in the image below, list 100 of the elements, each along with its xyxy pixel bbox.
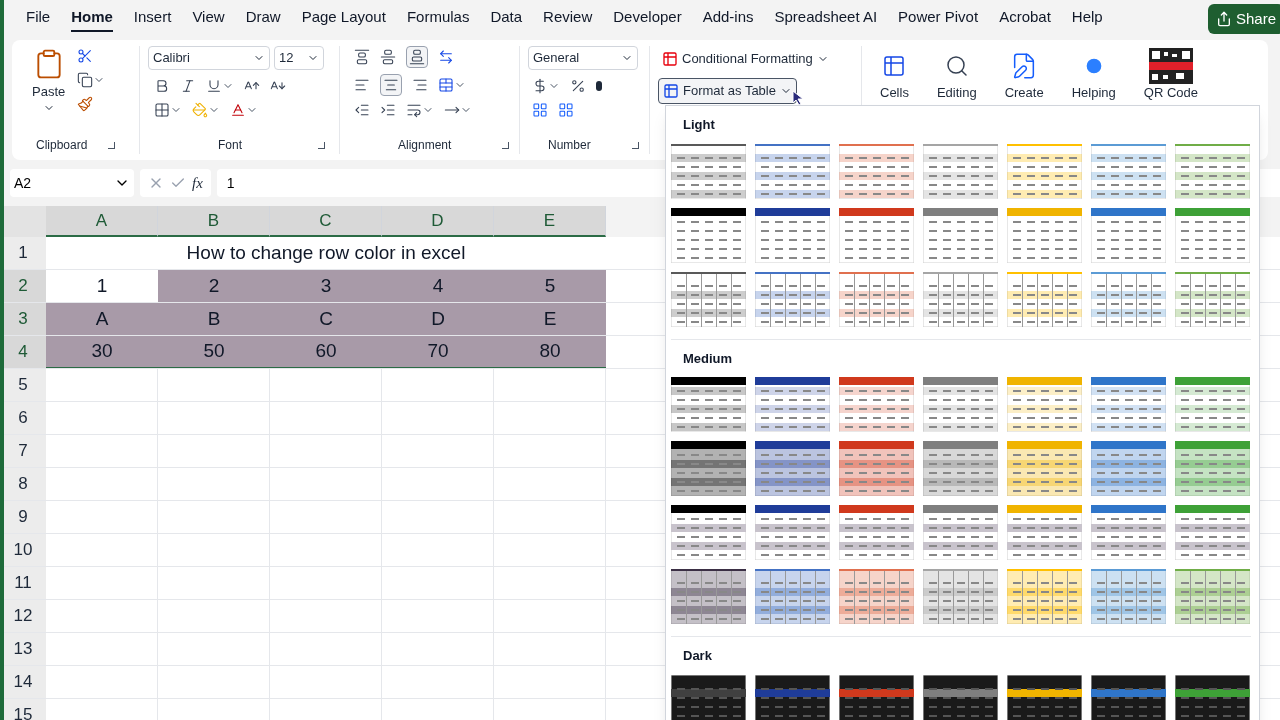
table-style-swatch[interactable] bbox=[1175, 207, 1250, 263]
orientation-icon[interactable] bbox=[438, 49, 454, 65]
ribbon-button[interactable]: Editing bbox=[924, 48, 989, 100]
insert-function-button[interactable]: fx bbox=[192, 171, 203, 195]
table-style-swatch[interactable] bbox=[671, 505, 746, 560]
table-style-swatch[interactable] bbox=[923, 271, 998, 327]
table-style-swatch[interactable] bbox=[923, 143, 998, 199]
table-style-swatch[interactable] bbox=[839, 569, 914, 624]
dialog-launcher-icon[interactable] bbox=[502, 141, 509, 149]
menu-tab[interactable]: Add-ins bbox=[702, 5, 754, 33]
table-style-swatch[interactable] bbox=[923, 505, 998, 560]
dialog-launcher-icon[interactable] bbox=[632, 141, 639, 149]
table-style-swatch[interactable] bbox=[923, 569, 998, 624]
table-style-swatch[interactable] bbox=[1007, 271, 1082, 327]
ribbon-button[interactable]: Helping bbox=[1059, 48, 1128, 100]
table-style-swatch[interactable] bbox=[671, 441, 746, 496]
column-header[interactable]: D bbox=[382, 206, 494, 237]
table-style-swatch[interactable] bbox=[755, 441, 830, 496]
ribbon-button[interactable]: QR Code bbox=[1131, 48, 1210, 100]
underline-icon[interactable] bbox=[206, 78, 222, 94]
align-center-toggle[interactable] bbox=[380, 74, 402, 96]
column-header[interactable]: A bbox=[46, 206, 158, 237]
table-style-swatch[interactable] bbox=[839, 441, 914, 496]
menu-tab[interactable]: Data bbox=[490, 5, 523, 33]
table-style-swatch[interactable] bbox=[923, 674, 998, 720]
decrease-indent-icon[interactable] bbox=[354, 102, 370, 118]
column-header[interactable]: C bbox=[270, 206, 382, 237]
menu-tab[interactable]: Developer bbox=[613, 5, 682, 33]
table-style-swatch[interactable] bbox=[755, 377, 830, 432]
table-style-swatch[interactable] bbox=[1007, 143, 1082, 199]
table-style-swatch[interactable] bbox=[1091, 569, 1166, 624]
borders-icon[interactable] bbox=[154, 102, 170, 118]
menu-tab[interactable]: Page Layout bbox=[301, 5, 386, 33]
conditional-formatting-button[interactable]: Conditional Formatting bbox=[658, 46, 853, 72]
table-style-swatch[interactable] bbox=[1091, 377, 1166, 432]
table-style-swatch[interactable] bbox=[839, 377, 914, 432]
menu-tab[interactable]: Insert bbox=[133, 5, 172, 33]
table-style-swatch[interactable] bbox=[755, 674, 830, 720]
table-style-swatch[interactable] bbox=[1007, 441, 1082, 496]
align-right-icon[interactable] bbox=[412, 77, 428, 93]
bold-icon[interactable] bbox=[154, 78, 170, 94]
menu-tab[interactable]: Draw bbox=[245, 5, 281, 33]
dialog-launcher-icon[interactable] bbox=[318, 141, 325, 149]
table-style-swatch[interactable] bbox=[1175, 505, 1250, 560]
table-style-swatch[interactable] bbox=[839, 674, 914, 720]
format-as-table-button[interactable]: Format as Table bbox=[658, 78, 797, 104]
align-bottom-toggle[interactable] bbox=[406, 46, 428, 68]
table-style-swatch[interactable] bbox=[755, 207, 830, 263]
menu-tab[interactable]: Formulas bbox=[406, 5, 470, 33]
font-name-field[interactable]: Calibri bbox=[148, 46, 270, 70]
table-style-swatch[interactable] bbox=[1091, 441, 1166, 496]
table-style-swatch[interactable] bbox=[755, 143, 830, 199]
table-style-swatch[interactable] bbox=[923, 441, 998, 496]
table-style-swatch[interactable] bbox=[671, 569, 746, 624]
menu-tab[interactable]: File bbox=[26, 5, 51, 33]
table-style-swatch[interactable] bbox=[1091, 143, 1166, 199]
menu-tab[interactable]: Review bbox=[543, 5, 593, 33]
font-size-field[interactable]: 12 bbox=[274, 46, 324, 70]
align-middle-icon[interactable] bbox=[380, 49, 396, 65]
table-style-swatch[interactable] bbox=[1175, 377, 1250, 432]
ribbon-button[interactable]: Create bbox=[992, 48, 1056, 100]
share-button[interactable]: Share bbox=[1207, 4, 1280, 34]
table-style-swatch[interactable] bbox=[1175, 674, 1250, 720]
table-style-swatch[interactable] bbox=[1175, 143, 1250, 199]
italic-icon[interactable] bbox=[180, 78, 196, 94]
table-style-swatch[interactable] bbox=[839, 505, 914, 560]
table-style-swatch[interactable] bbox=[1007, 505, 1082, 560]
menu-tab[interactable]: Power Pivot bbox=[898, 5, 979, 33]
dialog-launcher-icon[interactable] bbox=[108, 141, 115, 149]
table-style-swatch[interactable] bbox=[1091, 207, 1166, 263]
table-style-swatch[interactable] bbox=[671, 377, 746, 432]
menu-tab[interactable]: Home bbox=[71, 5, 113, 33]
copy-icon[interactable] bbox=[77, 72, 94, 88]
table-style-swatch[interactable] bbox=[1175, 569, 1250, 624]
table-style-swatch[interactable] bbox=[923, 207, 998, 263]
table-style-swatch[interactable] bbox=[671, 207, 746, 263]
table-style-swatch[interactable] bbox=[1007, 674, 1082, 720]
align-left-icon[interactable] bbox=[354, 77, 370, 93]
table-style-swatch[interactable] bbox=[755, 569, 830, 624]
table-style-swatch[interactable] bbox=[1091, 271, 1166, 327]
table-style-swatch[interactable] bbox=[839, 207, 914, 263]
table-style-swatch[interactable] bbox=[671, 143, 746, 199]
increase-indent-icon[interactable] bbox=[380, 102, 396, 118]
table-style-swatch[interactable] bbox=[1007, 207, 1082, 263]
percent-icon[interactable] bbox=[570, 78, 586, 94]
table-style-swatch[interactable] bbox=[671, 674, 746, 720]
table-style-swatch[interactable] bbox=[755, 505, 830, 560]
table-style-swatch[interactable] bbox=[671, 271, 746, 327]
name-box[interactable]: A2 bbox=[10, 169, 134, 197]
text-direction-icon[interactable] bbox=[406, 102, 422, 118]
table-style-swatch[interactable] bbox=[1007, 377, 1082, 432]
align-top-icon[interactable] bbox=[354, 49, 370, 65]
column-header[interactable]: E bbox=[494, 206, 606, 237]
table-style-swatch[interactable] bbox=[1175, 441, 1250, 496]
menu-tab[interactable]: Help bbox=[1071, 5, 1103, 33]
table-style-swatch[interactable] bbox=[1175, 271, 1250, 327]
table-style-swatch[interactable] bbox=[1091, 505, 1166, 560]
number-format-field[interactable]: General bbox=[528, 46, 638, 70]
column-header[interactable]: B bbox=[158, 206, 270, 237]
merge-cells-icon[interactable] bbox=[438, 77, 454, 93]
